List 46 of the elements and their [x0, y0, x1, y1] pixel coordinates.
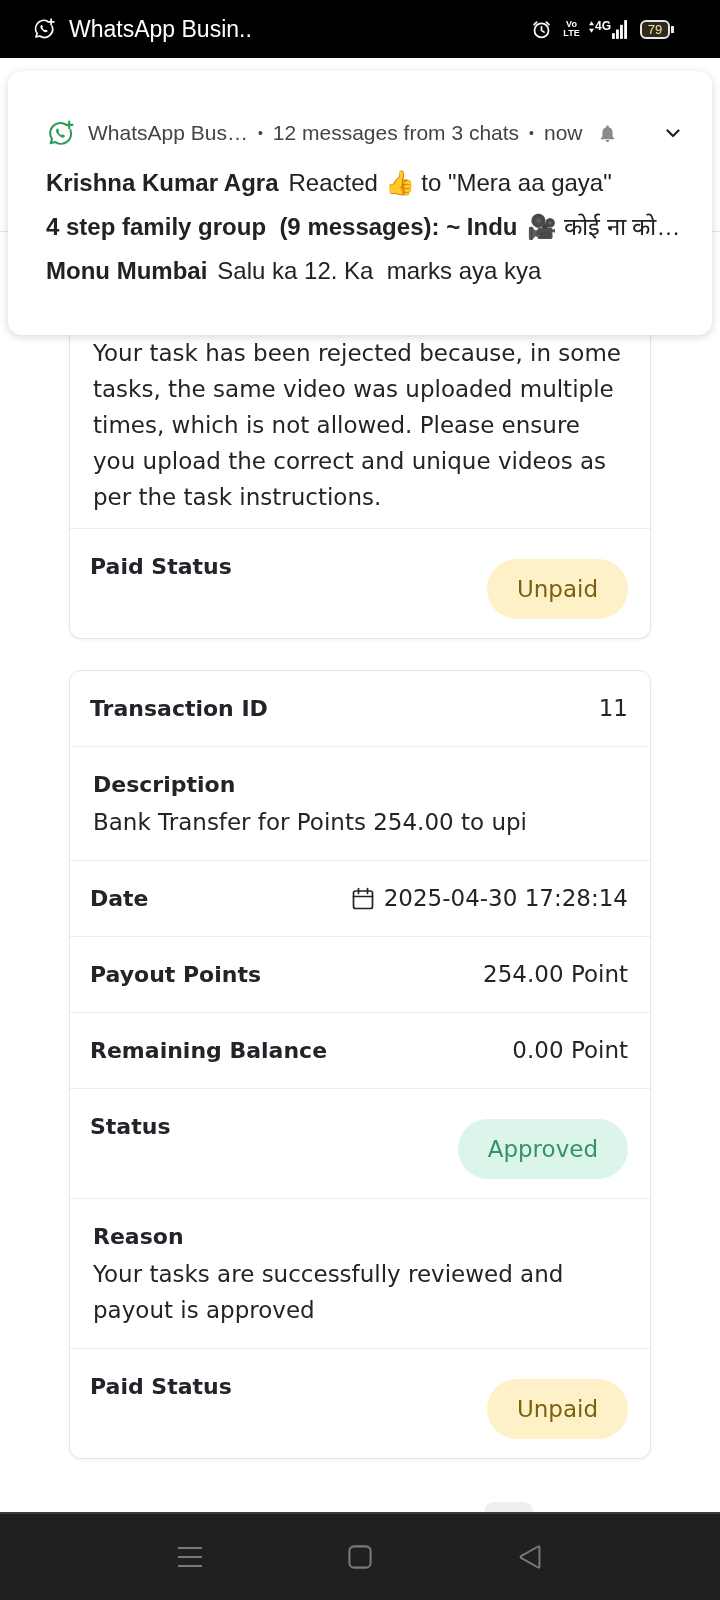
message-sender: Monu Mumbai	[46, 257, 208, 284]
bell-icon	[598, 123, 616, 143]
status-badge: Unpaid	[486, 559, 628, 619]
date-value-text: 2025-04-30 17:28:14	[383, 884, 628, 913]
notification-time: now	[544, 121, 583, 145]
alarm-clock-icon	[531, 18, 552, 40]
message-sender: 4 step family group (9 messages): ~ Indu	[46, 213, 518, 240]
separator-dot: •	[257, 125, 263, 141]
back-icon[interactable]	[518, 1545, 542, 1569]
status-badge: Unpaid	[486, 1379, 628, 1439]
field-label: Description	[93, 771, 236, 799]
signal-bars-icon	[612, 19, 627, 39]
notification-card[interactable]: WhatsApp Bus… • 12 messages from 3 chats • now Krishna Kumar Agra Reacted 👍 to "Mera aa gaya" 4 step family group (9 messages): ~ Indu 🎥 कोई ना को… Monu Mumbai Salu ka 12. Ka marks aya kya	[8, 71, 712, 335]
field-label: Payout Points	[90, 961, 262, 989]
chat-bubble-plus-icon	[47, 119, 74, 147]
field-value: Your tasks are successfully reviewed and payout is approved	[93, 1260, 565, 1325]
field-value: 254.00 Point	[483, 960, 628, 989]
field-label: Status	[90, 1113, 171, 1141]
notification-app-name: WhatsApp Bus…	[88, 121, 248, 145]
field-label: Date	[90, 885, 149, 913]
field-value: Bank Transfer for Points 254.00 to upi	[93, 808, 527, 837]
message-text: Salu ka 12. Ka marks aya kya	[217, 257, 542, 284]
notification-summary: 12 messages from 3 chats	[272, 121, 520, 145]
home-icon[interactable]	[348, 1545, 372, 1569]
reason-text: Your task has been rejected because, in some tasks, the same video was uploaded multiple times, which is not allowed. Please ensure you upload the correct and unique videos as per the task instructions.	[93, 339, 622, 512]
separator-dot: •	[529, 125, 534, 141]
expand-icon[interactable]	[666, 128, 680, 138]
data-arrows-icon	[589, 20, 594, 33]
network-type: 4G	[595, 18, 611, 33]
field-value: 11	[598, 694, 628, 723]
field-label: Paid Status	[90, 553, 232, 581]
calendar-icon	[351, 887, 374, 910]
volte-indicator: Vo LTE	[563, 20, 580, 38]
menu-icon[interactable]	[178, 1546, 202, 1568]
chat-bubble-plus-icon	[33, 18, 55, 40]
message-text: 🎥 कोई ना को…	[527, 213, 681, 240]
message-text: Reacted 👍 to "Mera aa gaya"	[288, 169, 612, 196]
field-label: Transaction ID	[90, 695, 268, 723]
status-badge: Approved	[457, 1119, 628, 1179]
field-label: Remaining Balance	[90, 1037, 328, 1065]
battery-indicator: 79	[640, 19, 674, 39]
message-sender: Krishna Kumar Agra	[46, 169, 279, 196]
field-value: 0.00 Point	[512, 1036, 628, 1065]
notification-app-title: WhatsApp Busin..	[69, 15, 252, 43]
field-label: Paid Status	[90, 1373, 232, 1401]
field-label: Reason	[93, 1223, 184, 1251]
